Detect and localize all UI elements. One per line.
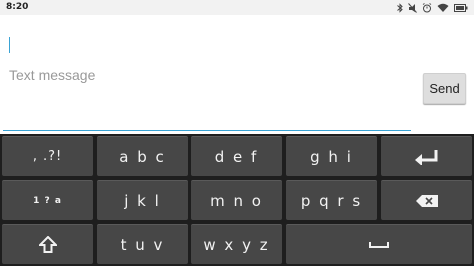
keyboard: ‚ .?! a b c d e f g h i 1 ? a j k l m n … <box>0 134 474 266</box>
key-space[interactable] <box>286 224 472 264</box>
key-ghi[interactable]: g h i <box>286 136 377 176</box>
text-cursor <box>9 37 10 53</box>
space-icon <box>369 241 389 249</box>
key-symbols[interactable]: 1 ? a <box>2 180 93 220</box>
key-punctuation[interactable]: ‚ .?! <box>2 136 93 176</box>
bluetooth-icon <box>397 2 403 13</box>
status-time: 8:20 <box>6 2 29 12</box>
text-message-input[interactable] <box>3 19 411 131</box>
key-tuv[interactable]: t u v <box>97 224 188 264</box>
battery-icon <box>454 3 468 12</box>
send-button[interactable]: Send <box>423 73 466 104</box>
shift-icon <box>38 235 57 254</box>
key-abc[interactable]: a b c <box>97 136 188 176</box>
key-mno[interactable]: m n o <box>191 180 282 220</box>
key-enter[interactable] <box>381 136 472 176</box>
key-backspace[interactable] <box>381 180 472 220</box>
alarm-icon <box>422 2 432 13</box>
status-bar: 8:20 <box>0 0 474 15</box>
key-def[interactable]: d e f <box>191 136 282 176</box>
compose-area: Send <box>0 15 474 134</box>
key-pqrs[interactable]: p q r s <box>286 180 377 220</box>
wifi-icon <box>437 3 449 13</box>
mute-icon <box>408 2 417 13</box>
key-jkl[interactable]: j k l <box>97 180 188 220</box>
key-wxyz[interactable]: w x y z <box>191 224 282 264</box>
backspace-icon <box>415 194 438 207</box>
status-icons <box>397 1 468 14</box>
key-shift[interactable] <box>2 224 93 264</box>
enter-icon <box>414 149 440 165</box>
